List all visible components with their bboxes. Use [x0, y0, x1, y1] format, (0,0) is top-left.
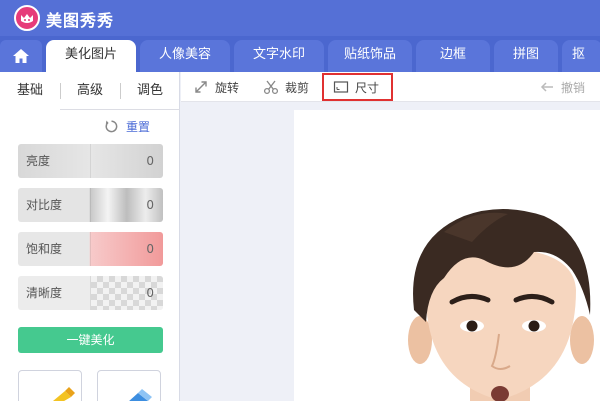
home-tab[interactable]	[0, 40, 42, 72]
portrait-photo	[408, 209, 594, 401]
sharpness-slider[interactable]: 清晰度 0	[18, 276, 163, 310]
reset-icon	[105, 120, 118, 133]
tab-portrait[interactable]: 人像美容	[140, 40, 230, 72]
rotate-button[interactable]: 旋转	[193, 77, 253, 97]
crop-label: 裁剪	[285, 81, 310, 95]
tab-stickers[interactable]: 贴纸饰品	[328, 40, 412, 72]
subtab-basic[interactable]: 基础	[0, 72, 60, 110]
rotate-label: 旋转	[215, 81, 240, 95]
size-label: 尺寸	[355, 81, 380, 95]
slider-divider	[90, 188, 91, 222]
eraser-icon	[129, 389, 152, 401]
brightness-slider[interactable]: 亮度 0	[18, 144, 163, 178]
slider-divider	[90, 276, 91, 310]
undo-label: 撤销	[561, 81, 586, 95]
slider-value: 0	[146, 154, 154, 168]
home-icon	[13, 49, 29, 63]
app-title: 美图秀秀	[46, 11, 115, 30]
tool-thumbnail-eraser[interactable]	[97, 370, 161, 401]
size-button[interactable]: 尺寸	[333, 77, 389, 97]
tab-text-watermark[interactable]: 文字水印	[234, 40, 324, 72]
slider-value: 0	[146, 198, 154, 212]
tab-beautify[interactable]: 美化图片	[46, 40, 136, 72]
rotate-icon	[195, 81, 207, 93]
one-key-beautify-button[interactable]: 一键美化	[18, 327, 163, 353]
tab-cutout[interactable]: 抠	[562, 40, 600, 72]
subtab-bar: 基础 高级 调色	[0, 72, 180, 110]
pencil-icon	[53, 387, 75, 401]
reset-label: 重置	[126, 120, 151, 134]
slider-divider	[90, 232, 91, 266]
subtab-color[interactable]: 调色	[120, 72, 180, 110]
size-icon	[333, 81, 349, 93]
slider-label: 饱和度	[26, 242, 63, 256]
slider-value: 0	[146, 286, 154, 300]
edit-toolbar: 旋转 裁剪 尺寸 撤销	[181, 72, 600, 102]
contrast-slider[interactable]: 对比度 0	[18, 188, 163, 222]
slider-label: 清晰度	[26, 286, 63, 300]
main-tab-bar: 美化图片 人像美容 文字水印 贴纸饰品 边框 拼图 抠	[0, 36, 600, 72]
crop-button[interactable]: 裁剪	[263, 77, 323, 97]
app-window: 美图秀秀 美化图片 人像美容 文字水印 贴纸饰品 边框 拼图 抠 基础 高级 调…	[0, 0, 600, 401]
image-canvas[interactable]	[294, 110, 600, 401]
crop-icon	[263, 80, 279, 95]
logo-icon	[14, 5, 40, 31]
undo-icon	[540, 82, 553, 92]
slider-label: 亮度	[26, 154, 51, 168]
tab-frames[interactable]: 边框	[416, 40, 490, 72]
adjust-panel: 基础 高级 调色 重置 亮度 0 对比度 0 饱和度 0 清晰度 0 一键美化	[0, 72, 180, 401]
subtab-advanced[interactable]: 高级	[60, 72, 120, 110]
tool-thumbnail-pencil[interactable]	[18, 370, 82, 401]
tab-collage[interactable]: 拼图	[494, 40, 558, 72]
saturation-slider[interactable]: 饱和度 0	[18, 232, 163, 266]
slider-value: 0	[146, 242, 154, 256]
undo-button[interactable]: 撤销	[539, 77, 597, 97]
slider-divider	[90, 144, 91, 178]
slider-label: 对比度	[26, 198, 63, 212]
title-bar: 美图秀秀	[0, 0, 600, 36]
